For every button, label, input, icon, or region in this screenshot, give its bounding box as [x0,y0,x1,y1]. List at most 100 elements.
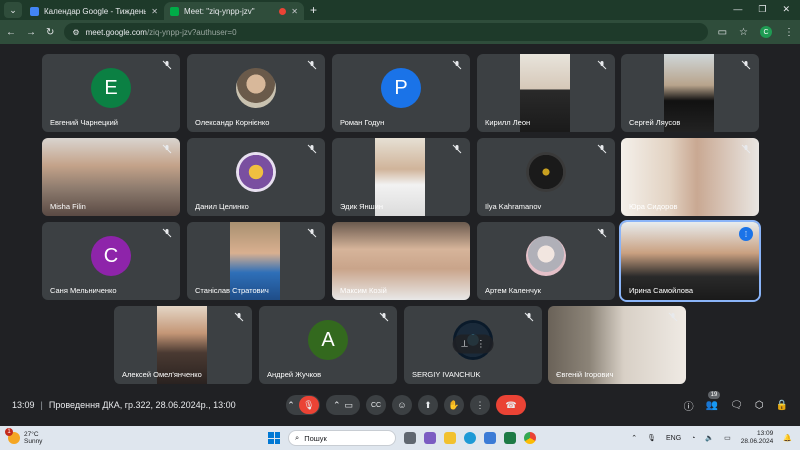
participant-tile[interactable]: ⊥ ⋮ SERGIY IVANCHUK [404,306,542,384]
tab-google-calendar[interactable]: Календар Google - Тиждень (2 ✕ [24,2,164,20]
tab-search-button[interactable]: ⌄ [4,2,22,18]
mic-off-icon [307,144,317,154]
more-options-icon[interactable]: ⋮ [476,339,485,350]
participant-tile[interactable]: Юра Сидоров [621,138,759,216]
participant-photo [236,68,276,108]
participant-tile[interactable]: Данил Целинко [187,138,325,216]
teams-icon[interactable] [424,432,436,444]
captions-button[interactable]: CC [366,395,386,415]
minimize-icon[interactable]: — [733,4,742,15]
pin-icon[interactable]: ⊥ [461,339,469,350]
volume-icon[interactable]: 🔈 [705,434,714,442]
chevron-up-icon[interactable]: ⌃ [287,400,295,411]
close-window-icon[interactable]: ✕ [782,4,790,15]
close-icon[interactable]: ✕ [151,7,158,16]
mic-off-icon [597,228,607,238]
participant-name: Максим Козій [340,286,387,295]
browser-menu-icon[interactable]: ⋮ [784,27,794,38]
task-view-icon[interactable] [404,432,416,444]
bookmark-star-icon[interactable]: ☆ [739,27,748,38]
edge-icon[interactable] [464,432,476,444]
chat-icon[interactable]: 🗨 [730,400,743,411]
emoji-button[interactable]: ☺ [392,395,412,415]
participant-tile[interactable]: Алексей Омел'янченко [114,306,252,384]
participant-tile[interactable]: Эдик Яншин [332,138,470,216]
chevron-up-icon[interactable]: ⌃ [631,434,637,442]
participant-tile[interactable]: Артем Каленчук [477,222,615,300]
participant-name: Роман Годун [340,118,385,127]
clock-time: 13:09 [757,430,774,437]
participant-name: Ирина Самойлова [629,286,694,295]
mic-icon[interactable]: 🎙 [647,434,656,442]
mic-off-icon [307,60,317,70]
participant-name: Станіслав Стратович [195,286,269,295]
speaking-indicator-icon: ⁞ [739,227,753,241]
tab-title: Календар Google - Тиждень (2 [44,6,147,16]
participant-tile[interactable]: Станіслав Стратович [187,222,325,300]
participant-tile[interactable]: Євгеній Ігорович [548,306,686,384]
battery-icon[interactable]: ▭ [724,434,731,442]
new-tab-button[interactable]: + [310,3,317,17]
participant-tile[interactable]: E Евгений Чарнецкий [42,54,180,132]
taskbar-search[interactable]: ⌕ Пошук [288,430,396,446]
mic-off-icon [741,60,751,70]
activities-icon[interactable]: ⬡ [755,400,764,411]
meeting-control-bar: 13:09 | Проведення ДКА, гр.322, 28.06.20… [0,388,800,422]
mic-off-icon [452,144,462,154]
profile-avatar[interactable]: С [760,26,772,38]
participant-tile[interactable]: Кирилл Леон [477,54,615,132]
back-icon[interactable]: ← [6,27,16,38]
present-screen-button[interactable]: ⬆ [418,395,438,415]
participant-tile[interactable]: P Роман Годун [332,54,470,132]
language-indicator[interactable]: ENG [666,435,681,442]
leave-call-button[interactable]: ☎ [496,395,526,415]
file-explorer-icon[interactable] [444,432,456,444]
restore-icon[interactable]: ❐ [758,4,766,15]
reload-icon[interactable]: ↻ [46,27,54,38]
system-tray: ⌃ 🎙 ENG ◔ 🔈 ▭ 13:09 28.06.2024 🔔 [631,430,792,446]
notifications-icon[interactable]: 🔔 [783,434,792,442]
close-icon[interactable]: ✕ [291,7,298,16]
participant-count-badge: 19 [707,390,721,399]
participant-avatar: C [91,236,131,276]
participant-name: Эдик Яншин [340,202,383,211]
windows-start-icon[interactable] [268,432,280,444]
participant-name: Ilya Kahramanov [485,202,542,211]
participant-tile[interactable]: Олександр Корнієнко [187,54,325,132]
participant-tile[interactable]: A Андрей Жучков [259,306,397,384]
tab-google-meet[interactable]: Meet: "ziq-ynpp-jzv" ✕ [164,2,304,20]
divider: | [40,400,43,410]
participant-tile[interactable]: Сергей Ляусов [621,54,759,132]
forward-icon[interactable]: → [26,27,36,38]
participant-name: Сергей Ляусов [629,118,681,127]
participant-avatar: P [381,68,421,108]
mic-off-button[interactable]: 🎙 [298,396,319,414]
windows-taskbar: 1 27°C Sunny ⌕ Пошук ⌃ 🎙 ENG ◔ 🔈 ▭ 13:09… [0,426,800,450]
meeting-info: 13:09 | Проведення ДКА, гр.322, 28.06.20… [12,400,282,410]
more-options-button[interactable]: ⋮ [470,395,490,415]
camera-permission-icon[interactable]: ▭ [718,27,727,38]
people-button[interactable]: 19 👥 [706,390,721,411]
chrome-icon[interactable] [524,432,536,444]
meeting-title: Проведення ДКА, гр.322, 28.06.2024р., 13… [48,400,236,410]
clock-date: 28.06.2024 [740,438,774,445]
taskbar-apps: ⌕ Пошук [268,430,536,446]
host-controls-icon[interactable]: 🔒 [776,400,788,411]
wifi-icon[interactable]: ◔ [691,435,695,442]
microsoft-store-icon[interactable] [484,432,496,444]
participant-tile-active-speaker[interactable]: ⁞ Ирина Самойлова [619,220,761,302]
participant-tile[interactable]: C Саня Мельниченко [42,222,180,300]
site-info-icon[interactable]: ⚙ [72,28,79,37]
participant-tile[interactable]: Ilya Kahramanov [477,138,615,216]
meeting-details-icon[interactable]: ⓘ [684,398,694,413]
camera-button[interactable]: ▭ [345,400,354,411]
participant-tile[interactable]: Максим Козій [332,222,470,300]
excel-icon[interactable] [504,432,516,444]
taskbar-clock[interactable]: 13:09 28.06.2024 [741,430,774,446]
weather-widget[interactable]: 1 27°C Sunny [5,428,208,445]
participant-name: Артем Каленчук [485,286,541,295]
raise-hand-button[interactable]: ✋ [444,395,464,415]
chevron-up-icon[interactable]: ⌃ [333,400,341,411]
participant-tile[interactable]: Misha Filin [42,138,180,216]
address-bar[interactable]: ⚙ meet.google.com/ziq-ynpp-jzv?authuser=… [64,23,708,41]
